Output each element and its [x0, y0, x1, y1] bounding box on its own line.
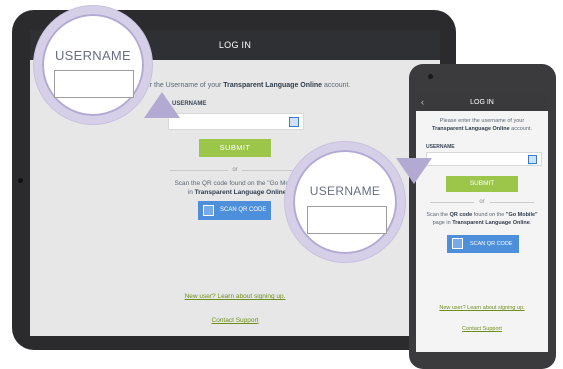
qr-code-icon	[203, 205, 214, 216]
tablet-submit-button[interactable]: SUBMIT	[199, 139, 271, 157]
magnifier-username-label: USERNAME	[309, 184, 381, 198]
tablet-username-label: USERNAME	[172, 101, 207, 107]
tablet-instruction: nter the Username of your Transparent La…	[140, 82, 351, 89]
phone-username-input[interactable]	[426, 152, 542, 166]
magnifier-ring	[42, 14, 144, 116]
phone-camera	[428, 74, 433, 79]
phone-signup-link[interactable]: New user? Learn about signing up.	[426, 305, 538, 311]
phone-username-magnifier: USERNAME	[285, 142, 405, 262]
or-label: or	[479, 199, 485, 205]
phone-scan-qr-button[interactable]: SCAN QR CODE	[447, 235, 519, 253]
magnifier-username-field	[54, 70, 134, 98]
tablet-camera	[18, 178, 23, 183]
or-label: or	[232, 167, 238, 173]
chevron-left-icon[interactable]: ‹	[421, 94, 424, 111]
phone-screen: LOG IN ‹ Please enter the username of yo…	[416, 94, 548, 352]
tablet-signup-link[interactable]: New user? Learn about signing up.	[180, 293, 290, 300]
scan-qr-label: SCAN QR CODE	[470, 241, 513, 247]
phone-submit-button[interactable]: SUBMIT	[446, 176, 518, 192]
divider-right	[242, 170, 300, 171]
tablet-support-link[interactable]: Contact Support	[200, 317, 270, 324]
tablet-username-magnifier: USERNAME	[34, 6, 152, 124]
tablet-username-input[interactable]	[168, 113, 304, 130]
phone-username-label: USERNAME	[426, 144, 455, 150]
tablet-scan-qr-button[interactable]: SCAN QR CODE	[198, 201, 271, 220]
phone-header-title: LOG IN	[416, 94, 548, 111]
divider-left	[430, 202, 474, 203]
qr-code-icon	[452, 238, 463, 249]
phone-scan-instruction: Scan the QR code found on the "Go Mobile…	[426, 212, 538, 226]
qr-code-icon[interactable]	[528, 155, 537, 164]
divider-right	[490, 202, 534, 203]
phone-support-link[interactable]: Contact Support	[451, 326, 513, 332]
phone-instruction: Please enter the username of your Transp…	[432, 118, 532, 132]
divider-left	[170, 170, 228, 171]
scan-qr-label: SCAN QR CODE	[220, 207, 267, 213]
magnifier-username-label: USERNAME	[54, 48, 132, 63]
qr-code-icon[interactable]	[289, 117, 299, 127]
magnifier-ring	[293, 150, 397, 254]
magnifier-username-field	[307, 206, 387, 234]
